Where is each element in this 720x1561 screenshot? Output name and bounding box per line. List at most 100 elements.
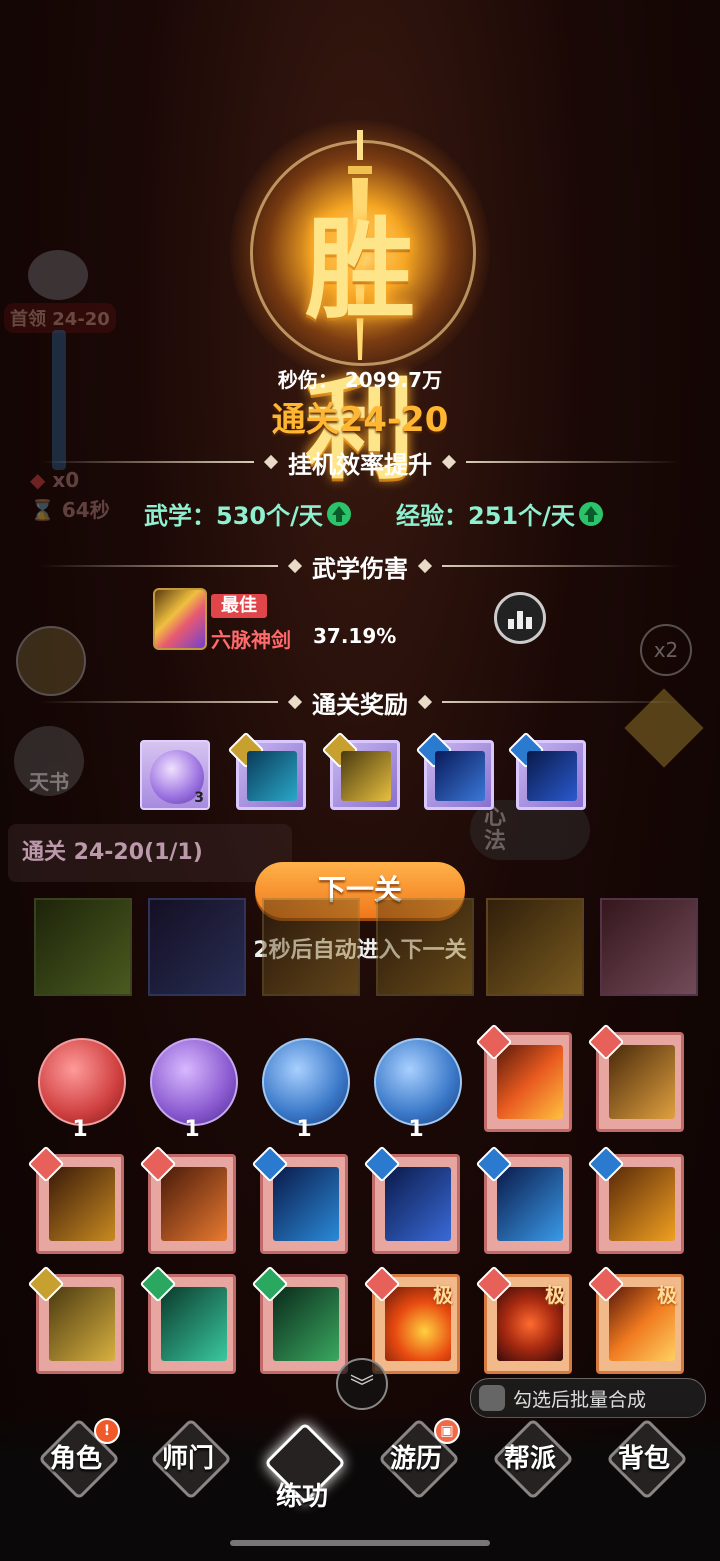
palms-art [161, 1167, 227, 1241]
diamond-icon [287, 694, 303, 710]
nav-label: 游历 [389, 1443, 442, 1474]
divider-right [466, 461, 680, 463]
orb-qty: 1 [408, 1117, 424, 1142]
efficiency-heading: 挂机效率提升 [40, 442, 680, 482]
inventory-card[interactable] [475, 1023, 572, 1132]
orb-qty: 1 [184, 1117, 200, 1142]
stage-progress: 通关 24-20(1/1) [8, 824, 292, 882]
equipped-skill-slot[interactable] [376, 898, 474, 996]
bar-chart-icon[interactable] [494, 592, 546, 644]
inventory-orb[interactable]: 1 [148, 1036, 238, 1142]
spirit-orb-icon [150, 1038, 238, 1126]
equipped-skill-slot[interactable] [600, 898, 698, 996]
batch-label: 勾选后批量合成 [513, 1388, 647, 1411]
blades-art [273, 1287, 339, 1361]
equipped-skill-slot[interactable] [486, 898, 584, 996]
inventory-card[interactable] [27, 1145, 124, 1254]
grade-tag: 极 [545, 1283, 565, 1307]
efficiency-heading-text: 挂机效率提升 [288, 450, 432, 479]
six-meridian-sword-icon[interactable] [153, 588, 207, 650]
damage-heading: 武学伤害 [40, 546, 680, 586]
grade-tag: 极 [657, 1283, 677, 1307]
chevron-down-icon[interactable]: ︾ [336, 1358, 388, 1410]
grade-tag: 极 [433, 1283, 453, 1307]
rewards-heading: 通关奖励 [40, 682, 680, 722]
inventory-card[interactable]: 极 [475, 1265, 572, 1374]
spirit-orb-icon [38, 1038, 126, 1126]
inventory-card[interactable] [27, 1265, 124, 1374]
palm-art [435, 751, 485, 801]
inventory-card[interactable] [251, 1145, 348, 1254]
nav-item-sect[interactable]: 师门 [140, 1417, 236, 1506]
diamond-icon [441, 454, 457, 470]
phoenix-art [609, 1167, 675, 1241]
reward-item-book[interactable] [415, 731, 494, 810]
nav-label: 师门 [161, 1443, 214, 1474]
exp-rate: 经验：251个/天 [396, 496, 603, 531]
fire-spear-art [497, 1045, 563, 1119]
dps-value: 2099.7万 [344, 368, 443, 392]
diamond-icon [287, 558, 303, 574]
divider-right [442, 701, 680, 703]
inventory-card[interactable] [587, 1145, 684, 1254]
orb-qty: 1 [296, 1117, 312, 1142]
inventory-orb[interactable]: 1 [260, 1036, 350, 1142]
boss-portrait[interactable] [28, 250, 88, 300]
inventory-card[interactable]: 极 [587, 1265, 684, 1374]
nav-label: 练功 [275, 1481, 328, 1512]
diamond-icon [417, 558, 433, 574]
reward-item-orb[interactable]: 3 [140, 740, 210, 810]
boss-stage-label: 首领 24-20 [4, 303, 116, 333]
skill-book-art [247, 751, 297, 801]
camera-badge-icon: ▣ [434, 1418, 460, 1444]
nav-item-bag[interactable]: 背包 [596, 1417, 692, 1506]
inventory-card[interactable] [251, 1265, 348, 1374]
martial-rate: 武学：530个/天 [144, 496, 351, 531]
inventory-card[interactable] [363, 1145, 460, 1254]
divider-left [40, 701, 278, 703]
clear-stage-title: 通关24-20 [271, 400, 449, 440]
nav-item-role[interactable]: 角色 ! [28, 1417, 124, 1506]
buddha-art [609, 1045, 675, 1119]
nav-label: 背包 [617, 1443, 670, 1474]
diamond-icon [263, 454, 279, 470]
nav-label: 帮派 [503, 1443, 556, 1474]
lightning-art [497, 1167, 563, 1241]
battle-timer: ⌛ 64秒 [30, 498, 110, 522]
equipped-skill-slot[interactable] [262, 898, 360, 996]
ice-art [273, 1167, 339, 1241]
fighters-art [49, 1287, 115, 1361]
orb-qty: 1 [72, 1117, 88, 1142]
equipped-skill-slot[interactable] [34, 898, 132, 996]
arrow-up-icon [578, 501, 603, 526]
inventory-orb[interactable]: 1 [372, 1036, 462, 1142]
victory-emblem: 胜利 [190, 110, 530, 494]
reward-item-book[interactable] [507, 731, 586, 810]
dps-line: 秒伤： 2099.7万 [0, 364, 720, 393]
fan-art [161, 1287, 227, 1361]
skill-book-art [527, 751, 577, 801]
inventory-card[interactable] [475, 1145, 572, 1254]
equipped-skill-strip [34, 898, 698, 1008]
home-indicator[interactable] [230, 1540, 490, 1546]
skill-name: 六脉神剑 [211, 628, 291, 652]
inventory-card[interactable] [139, 1145, 236, 1254]
palm-art [385, 1167, 451, 1241]
inventory-orb[interactable]: 1 [36, 1036, 126, 1142]
reward-item-book[interactable] [321, 731, 400, 810]
batch-checkbox[interactable] [479, 1385, 505, 1411]
nav-item-guild[interactable]: 帮派 [482, 1417, 578, 1506]
inventory-card[interactable]: 极 [363, 1265, 460, 1374]
damage-heading-text: 武学伤害 [312, 554, 408, 583]
inventory-card[interactable] [139, 1265, 236, 1374]
spirit-orb-icon [374, 1038, 462, 1126]
reward-item-book[interactable] [227, 731, 306, 810]
nav-item-travel[interactable]: 游历 ▣ [368, 1417, 464, 1506]
nav-item-training[interactable]: 练功 [254, 1421, 350, 1512]
heavenly-book-button[interactable]: 天书 [14, 726, 84, 796]
equipped-skill-slot[interactable] [148, 898, 246, 996]
inventory-card[interactable] [587, 1023, 684, 1132]
divider-right [442, 565, 680, 567]
rewards-heading-text: 通关奖励 [312, 690, 408, 719]
speed-multiplier-button[interactable]: x2 [640, 624, 692, 676]
